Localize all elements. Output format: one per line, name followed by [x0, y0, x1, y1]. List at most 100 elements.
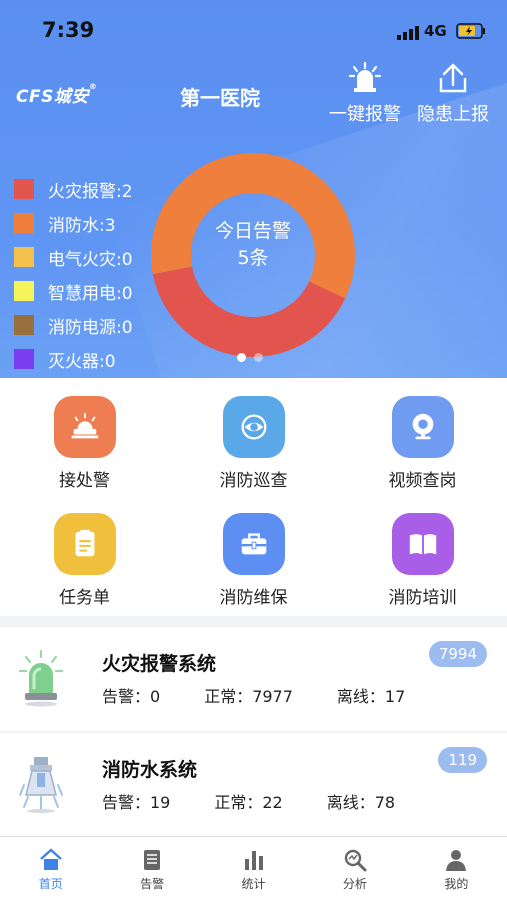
tab-label: 告警 [140, 877, 165, 891]
patrol-eye-icon [241, 414, 266, 440]
fire-water-system-card[interactable]: 消防水系统 告警：19 正常：22 离线：78 119 [0, 733, 507, 837]
hazard-report-label: 隐患上报 [417, 104, 489, 125]
app-screen: 7:39 4G CFS城安® 第一医院 一键报警 隐患上报 火灾报警:2 消防水… [0, 0, 507, 900]
legend-swatch [14, 349, 34, 369]
feature-icon-tile [391, 396, 454, 458]
feature-icon-tile [391, 513, 454, 575]
brand-logo-text: CFS城安 [16, 87, 89, 107]
feature-book-button[interactable]: 消防培训 [338, 495, 507, 614]
feature-patrol-eye-button[interactable]: 消防巡查 [169, 378, 338, 497]
system-title: 消防水系统 [102, 759, 198, 781]
feature-icon-tile [222, 396, 285, 458]
legend-label: 消防水:3 [48, 215, 116, 236]
upload-icon [439, 63, 467, 93]
one-click-alarm-button[interactable]: 一键报警 [322, 60, 408, 126]
toolbox-icon [241, 533, 266, 555]
feature-icon-tile [53, 513, 116, 575]
legend-swatch [14, 247, 34, 267]
feature-icon-tile [53, 396, 116, 458]
feature-alarm-handle-button[interactable]: 接处警 [0, 378, 169, 497]
legend-item: 消防水:3 [14, 206, 133, 240]
system-normal-count: 正常：22 [214, 793, 283, 812]
system-alarm-count: 告警：0 [102, 687, 161, 706]
home-icon [39, 848, 62, 870]
legend-label: 火灾报警:2 [48, 181, 133, 202]
legend-label: 电气火灾:0 [48, 249, 133, 270]
system-stats: 告警：19 正常：22 离线：78 [102, 789, 439, 813]
carousel-dots[interactable] [237, 353, 263, 362]
feature-icon-tile [222, 513, 285, 575]
person-icon [446, 850, 467, 871]
carousel-dot[interactable] [254, 353, 263, 362]
feature-toolbox-button[interactable]: 消防维保 [169, 495, 338, 614]
legend-item: 电气火灾:0 [14, 240, 133, 274]
donut-center-value: 5条 [237, 247, 269, 269]
tab-label: 分析 [342, 877, 367, 891]
system-alarm-count: 告警：19 [102, 793, 171, 812]
tab-label: 首页 [38, 877, 63, 891]
analysis-search-icon [344, 849, 367, 872]
brand-logo: CFS城安® [16, 82, 97, 107]
tab-label: 我的 [444, 877, 469, 891]
header-banner: 7:39 4G CFS城安® 第一医院 一键报警 隐患上报 火灾报警:2 消防水… [0, 0, 507, 378]
feature-clipboard-button[interactable]: 任务单 [0, 495, 169, 614]
system-title: 火灾报警系统 [102, 653, 217, 675]
system-offline-count: 离线：78 [326, 793, 396, 812]
legend-item: 火灾报警:2 [14, 172, 133, 206]
donut-center-label: 今日告警 5条 [148, 218, 358, 272]
clipboard-icon [75, 529, 94, 557]
feature-grid: 接处警 消防巡查 视频查岗任务单 消防维保 消防培训 [0, 378, 507, 616]
legend-swatch [14, 179, 34, 199]
feature-webcam-button[interactable]: 视频查岗 [338, 378, 507, 497]
webcam-icon [412, 413, 433, 440]
system-stats: 告警：0 正常：7977 离线：17 [102, 683, 449, 707]
feature-label: 消防培训 [388, 588, 457, 608]
bar-chart-icon [244, 851, 263, 870]
one-click-alarm-label: 一键报警 [329, 104, 401, 125]
fire-alarm-system-card[interactable]: 火灾报警系统 告警：0 正常：7977 离线：17 7994 [0, 627, 507, 731]
hazard-report-button[interactable]: 隐患上报 [410, 60, 496, 126]
battery-icon [456, 23, 485, 39]
donut-slice-火灾报警[interactable] [152, 265, 346, 357]
legend-label: 消防电源:0 [48, 317, 133, 338]
legend-label: 智慧用电:0 [48, 283, 133, 304]
bottom-tab-bar: 首页 告警 统计 分析 我的 [0, 836, 507, 900]
network-label: 4G [424, 22, 447, 40]
tab-person[interactable]: 我的 [406, 837, 507, 900]
sprinkler-icon [19, 757, 63, 813]
feature-label: 接处警 [59, 471, 110, 491]
hospital-name[interactable]: 第一医院 [180, 82, 260, 111]
legend-item: 灭火器:0 [14, 342, 133, 376]
feature-label: 任务单 [59, 588, 110, 608]
tab-document[interactable]: 告警 [101, 837, 202, 900]
tab-home[interactable]: 首页 [0, 837, 101, 900]
alarm-handle-icon [71, 412, 98, 439]
top-bar: CFS城安® 第一医院 一键报警 隐患上报 [0, 58, 507, 128]
tab-analysis-search[interactable]: 分析 [304, 837, 405, 900]
alarm-light-icon [348, 61, 382, 92]
system-normal-count: 正常：7977 [204, 687, 293, 706]
carousel-dot[interactable] [237, 353, 246, 362]
status-bar: 7:39 4G [0, 0, 507, 58]
signal-icon [397, 26, 419, 40]
system-offline-count: 离线：17 [336, 687, 406, 706]
alarm-legend: 火灾报警:2 消防水:3 电气火灾:0 智慧用电:0 消防电源:0 灭火器:0 [14, 172, 133, 376]
legend-swatch [14, 281, 34, 301]
tab-bar-chart[interactable]: 统计 [203, 837, 304, 900]
legend-item: 智慧用电:0 [14, 274, 133, 308]
device-count-badge: 7994 [428, 641, 487, 667]
book-icon [409, 534, 436, 555]
legend-swatch [14, 213, 34, 233]
tab-label: 统计 [241, 877, 266, 891]
donut-center-title: 今日告警 [214, 220, 291, 242]
registered-mark: ® [88, 82, 98, 91]
fire-alarm-light-icon [18, 649, 64, 707]
feature-label: 消防维保 [219, 588, 288, 608]
legend-swatch [14, 315, 34, 335]
device-count-badge: 119 [438, 747, 487, 773]
feature-label: 视频查岗 [388, 471, 457, 491]
status-time: 7:39 [42, 18, 95, 42]
legend-item: 消防电源:0 [14, 308, 133, 342]
legend-label: 灭火器:0 [48, 351, 116, 372]
feature-label: 消防巡查 [219, 471, 288, 491]
